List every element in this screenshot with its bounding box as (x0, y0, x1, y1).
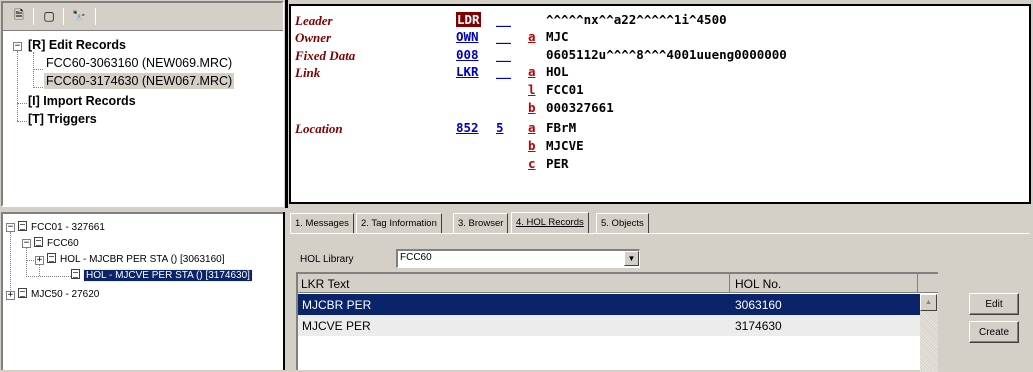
hol-tree-item-2-label: HOL - MJCVE PER STA () [3174630] (83, 269, 253, 282)
hol-tree-fcc60-label: FCC60 (47, 238, 79, 249)
link-tag[interactable]: LKR (456, 64, 479, 79)
hol-tree-panel: − FCC01 - 327661 − FCC60 + HOL - MJCBR P… (1, 212, 283, 370)
expand-icon[interactable]: + (35, 256, 44, 265)
location-subfield-c[interactable]: c (528, 156, 536, 171)
link-subfield-a[interactable]: a (528, 64, 536, 79)
marc-editor-frame: Leader LDR __ ^^^^^nx^^a22^^^^^1i^4500 O… (285, 0, 1033, 208)
tree-edit-records[interactable]: [R] Edit Records (28, 37, 126, 53)
hol-tree-fcc60[interactable]: FCC60 (34, 237, 79, 251)
properties-icon[interactable]: 🗎 (9, 7, 29, 25)
link-value-l: FCC01 (546, 82, 584, 97)
hol-library-label: HOL Library (300, 254, 354, 265)
edit-button[interactable]: Edit (969, 293, 1019, 315)
row-hol-no: 3063160 (735, 298, 782, 312)
tab-messages[interactable]: 1. Messages (290, 213, 354, 233)
location-subfield-b[interactable]: b (528, 138, 536, 153)
location-tag[interactable]: 852 (456, 120, 479, 135)
toolbar: 🗎 ▢ 🔭 (3, 3, 283, 31)
col-lkr-text[interactable]: LKR Text (298, 274, 730, 293)
fixed-data-ind: __ (496, 47, 512, 62)
create-button[interactable]: Create (969, 321, 1019, 343)
leader-ind: __ (496, 12, 512, 27)
tab-browser[interactable]: 3. Browser (453, 213, 509, 233)
chevron-down-icon[interactable]: ▼ (624, 251, 639, 266)
fixed-data-label: Fixed Data (295, 48, 356, 63)
link-subfield-b[interactable]: b (528, 100, 536, 115)
hol-records-grid: LKR Text HOL No. MJCBR PER 3063160 MJCVE… (296, 272, 938, 372)
tab-objects[interactable]: 5. Objects (596, 213, 649, 233)
row-lkr-text: MJCVE PER (302, 319, 371, 333)
link-value-a: HOL (546, 64, 569, 79)
owner-label: Owner (295, 30, 332, 45)
hol-library-value: FCC60 (400, 252, 432, 263)
grid-header: LKR Text HOL No. (298, 274, 938, 293)
location-value-b: MJCVE (546, 138, 584, 153)
tree-edit-child-1[interactable]: FCC60-3063160 (NEW069.MRC) (46, 55, 232, 71)
tree-import-records[interactable]: [I] Import Records (28, 93, 136, 109)
window-icon[interactable]: ▢ (39, 7, 59, 25)
hol-tree-item-1[interactable]: HOL - MJCBR PER STA () [3063160] (47, 253, 225, 267)
vertical-scrollbar[interactable]: ▲ (920, 294, 938, 372)
table-row[interactable]: MJCBR PER 3063160 (298, 294, 920, 315)
owner-value: MJC (546, 29, 569, 44)
leader-tag[interactable]: LDR (456, 12, 481, 27)
tab-strip: 1. Messages 2. Tag Information 3. Browse… (290, 212, 1030, 234)
expand-icon[interactable]: + (6, 291, 15, 300)
row-hol-no: 3174630 (735, 319, 782, 333)
marc-editor[interactable]: Leader LDR __ ^^^^^nx^^a22^^^^^1i^4500 O… (289, 4, 1031, 204)
document-icon (71, 269, 80, 279)
hol-tree-item-1-label: HOL - MJCBR PER STA () [3063160] (60, 254, 225, 265)
tab-tag-information[interactable]: 2. Tag Information (356, 213, 442, 233)
location-label: Location (295, 121, 343, 136)
document-icon (18, 288, 27, 298)
fixed-data-tag[interactable]: 008 (456, 47, 479, 62)
col-hol-no[interactable]: HOL No. (730, 274, 918, 293)
document-icon (18, 221, 27, 231)
link-label: Link (295, 65, 321, 80)
location-value-c: PER (546, 156, 569, 171)
document-icon (34, 237, 43, 247)
owner-ind: __ (496, 29, 512, 44)
collapse-icon[interactable]: − (6, 223, 15, 232)
binoculars-icon[interactable]: 🔭 (69, 7, 89, 25)
leader-value: ^^^^^nx^^a22^^^^^1i^4500 (546, 12, 727, 27)
owner-subfield-code[interactable]: a (528, 29, 536, 44)
tab-panel: 1. Messages 2. Tag Information 3. Browse… (288, 212, 1033, 372)
collapse-icon[interactable]: − (13, 42, 22, 51)
location-value-a: FBrM (546, 120, 577, 135)
hol-tree-item-2[interactable]: HOL - MJCVE PER STA () [3174630] (71, 269, 253, 283)
link-subfield-l[interactable]: l (528, 82, 536, 97)
row-lkr-text: MJCBR PER (302, 298, 372, 312)
link-value-b: 000327661 (546, 100, 614, 115)
table-row[interactable]: MJCVE PER 3174630 (298, 315, 920, 336)
hol-tree-mjc50-label: MJC50 - 27620 (31, 289, 100, 300)
location-subfield-a[interactable]: a (528, 120, 536, 135)
document-icon (47, 253, 56, 263)
hol-tree-root-label: FCC01 - 327661 (31, 222, 105, 233)
leader-label: Leader (295, 13, 333, 28)
tree-triggers[interactable]: [T] Triggers (28, 111, 97, 127)
location-ind[interactable]: 5 (496, 120, 504, 135)
collapse-icon[interactable]: − (22, 239, 31, 248)
tab-hol-records[interactable]: 4. HOL Records (511, 212, 589, 234)
link-ind: __ (496, 64, 512, 79)
tree-edit-child-2[interactable]: FCC60-3174630 (NEW067.MRC) (44, 73, 235, 89)
scroll-up-icon[interactable]: ▲ (920, 294, 937, 311)
hol-tree-mjc50[interactable]: MJC50 - 27620 (18, 288, 99, 302)
fixed-data-value: 0605112u^^^^8^^^4001uueng0000000 (546, 47, 787, 62)
hol-library-select[interactable]: FCC60 ▼ (396, 249, 640, 268)
hol-tree-root[interactable]: FCC01 - 327661 (18, 221, 105, 235)
owner-tag[interactable]: OWN (456, 29, 479, 44)
left-top-panel: 🗎 ▢ 🔭 − [R] Edit Records FCC60-3063160 (… (0, 0, 285, 208)
